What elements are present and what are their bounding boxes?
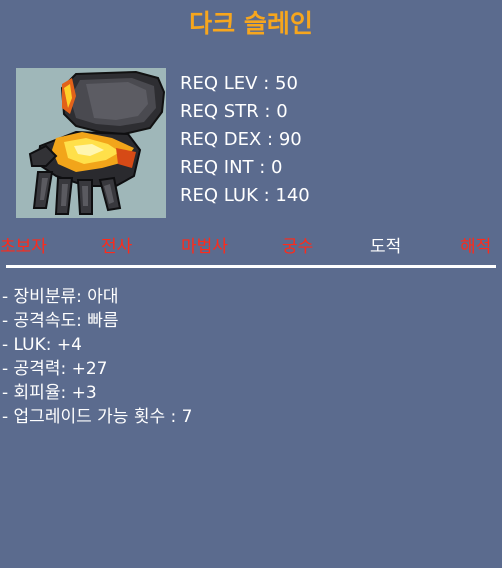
job-pirate: 해적 [460, 237, 492, 257]
section-divider [6, 265, 496, 268]
stat-avoidability: - 회피율: +3 [2, 383, 97, 403]
stat-attack: - 공격력: +27 [2, 359, 108, 379]
stat-attack-speed: - 공격속도: 빠름 [2, 311, 119, 331]
stat-luk: - LUK: +4 [2, 335, 82, 355]
job-warrior: 전사 [101, 237, 133, 257]
job-beginner: 초보자 [0, 237, 47, 257]
req-luk: REQ LUK : 140 [180, 185, 310, 206]
item-icon-frame [16, 68, 166, 218]
stat-equip-category: - 장비분류: 아대 [2, 287, 119, 307]
stat-upgrade-slots: - 업그레이드 가능 횟수 : 7 [2, 407, 193, 427]
req-level: REQ LEV : 50 [180, 73, 298, 94]
job-archer: 궁수 [282, 237, 314, 257]
item-title: 다크 슬레인 [189, 9, 313, 38]
dark-glove-icon [28, 70, 166, 215]
requirements-list: REQ LEV : 50 REQ STR : 0 REQ DEX : 90 RE… [180, 70, 310, 210]
job-magician: 마법사 [181, 237, 228, 257]
req-str: REQ STR : 0 [180, 101, 288, 122]
req-int: REQ INT : 0 [180, 157, 283, 178]
job-restrictions: 초보자 전사 마법사 궁수 도적 해적 [0, 232, 502, 258]
req-dex: REQ DEX : 90 [180, 129, 302, 150]
item-stats-list: - 장비분류: 아대 - 공격속도: 빠름 - LUK: +4 - 공격력: +… [2, 285, 192, 429]
job-thief: 도적 [370, 237, 402, 257]
